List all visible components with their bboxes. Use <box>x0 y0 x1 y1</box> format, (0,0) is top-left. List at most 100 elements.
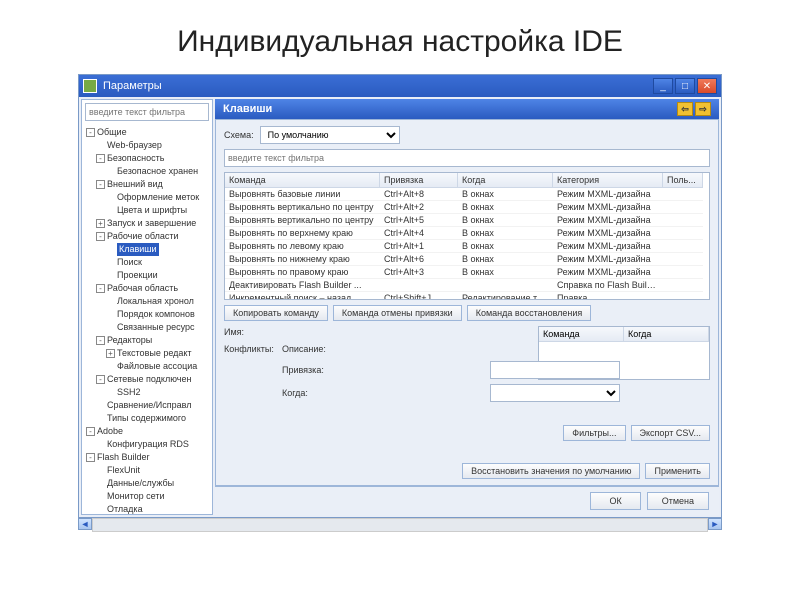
name-label: Имя: <box>224 327 274 337</box>
tree-node[interactable]: -Общие <box>86 126 210 139</box>
tree-node[interactable]: FlexUnit <box>86 464 210 477</box>
tree-node[interactable]: -Внешний вид <box>86 178 210 191</box>
collapse-icon[interactable]: - <box>86 128 95 137</box>
tree-node[interactable]: Файловые ассоциа <box>86 360 210 373</box>
tree-node[interactable]: Связанные ресурс <box>86 321 210 334</box>
tree-node[interactable]: +Текстовые редакт <box>86 347 210 360</box>
collapse-icon[interactable]: - <box>96 180 105 189</box>
table-cell: Ctrl+Shift+J <box>380 292 458 300</box>
collapse-icon[interactable]: - <box>96 154 105 163</box>
tree-node-label: Adobe <box>97 425 123 438</box>
table-cell: В окнах <box>458 214 553 227</box>
back-icon[interactable]: ⇦ <box>677 102 693 116</box>
export-csv-button[interactable]: Экспорт CSV... <box>631 425 711 441</box>
keybindings-table[interactable]: Команда Привязка Когда Категория Поль...… <box>224 172 710 300</box>
table-cell: Выровнять вертикально по центру <box>225 201 380 214</box>
table-row[interactable]: Выровнять по левому краюCtrl+Alt+1В окна… <box>225 240 709 253</box>
tree-node[interactable]: Монитор сети <box>86 490 210 503</box>
tree-node[interactable]: Клавиши <box>86 243 210 256</box>
minimize-button[interactable]: _ <box>653 78 673 94</box>
tree-node[interactable]: Типы содержимого <box>86 412 210 425</box>
tree-node-label: Рабочая область <box>107 282 178 295</box>
collapse-icon[interactable]: - <box>96 336 105 345</box>
tree-node-label: Общие <box>97 126 127 139</box>
conflicts-label: Конфликты: <box>224 344 274 354</box>
tree-node[interactable]: Отладка <box>86 503 210 514</box>
tree-node[interactable]: Конфигурация RDS <box>86 438 210 451</box>
tree-filter-input[interactable] <box>85 103 209 121</box>
scroll-right-icon[interactable]: ► <box>708 518 722 530</box>
tree-node-label: Flash Builder <box>97 451 150 464</box>
collapse-icon[interactable]: - <box>96 232 105 241</box>
tree-node[interactable]: Данные/службы <box>86 477 210 490</box>
tree-node[interactable]: -Редакторы <box>86 334 210 347</box>
when-select[interactable] <box>490 384 620 402</box>
tree-node[interactable]: -Рабочие области <box>86 230 210 243</box>
tree-node-label: Внешний вид <box>107 178 163 191</box>
forward-icon[interactable]: ⇨ <box>695 102 711 116</box>
conflict-col-when: Когда <box>624 327 709 342</box>
copy-command-button[interactable]: Копировать команду <box>224 305 328 321</box>
expand-icon[interactable]: + <box>106 349 115 358</box>
tree-node[interactable]: Поиск <box>86 256 210 269</box>
tree-node[interactable]: -Adobe <box>86 425 210 438</box>
tree-node[interactable]: +Запуск и завершение <box>86 217 210 230</box>
tree-node[interactable]: Web-браузер <box>86 139 210 152</box>
tree-node[interactable]: Порядок компонов <box>86 308 210 321</box>
tree-node[interactable]: Сравнение/Исправл <box>86 399 210 412</box>
tree-node[interactable]: -Flash Builder <box>86 451 210 464</box>
filters-button[interactable]: Фильтры... <box>563 425 625 441</box>
tree-node-label: Порядок компонов <box>117 308 195 321</box>
table-cell: Выровнять по правому краю <box>225 266 380 279</box>
collapse-icon[interactable]: - <box>86 427 95 436</box>
table-row[interactable]: Выровнять вертикально по центруCtrl+Alt+… <box>225 214 709 227</box>
col-category[interactable]: Категория <box>553 173 663 188</box>
collapse-icon[interactable]: - <box>96 375 105 384</box>
table-row[interactable]: Выровнять по нижнему краюCtrl+Alt+6В окн… <box>225 253 709 266</box>
table-row[interactable]: Инкрементный поиск – назадCtrl+Shift+JРе… <box>225 292 709 300</box>
tree-node[interactable]: -Рабочая область <box>86 282 210 295</box>
tree-node-label: Безопасность <box>107 152 164 165</box>
tree-node[interactable]: SSH2 <box>86 386 210 399</box>
command-filter-input[interactable] <box>224 149 710 167</box>
binding-input[interactable] <box>490 361 620 379</box>
col-when[interactable]: Когда <box>458 173 553 188</box>
tree-node[interactable]: Оформление меток <box>86 191 210 204</box>
tree-node-label: Файловые ассоциа <box>117 360 197 373</box>
table-cell <box>380 279 458 292</box>
table-cell: Ctrl+Alt+8 <box>380 188 458 201</box>
scheme-select[interactable]: По умолчанию <box>260 126 400 144</box>
restore-command-button[interactable]: Команда восстановления <box>467 305 592 321</box>
collapse-icon[interactable]: - <box>86 453 95 462</box>
tree-node[interactable]: Цвета и шрифты <box>86 204 210 217</box>
collapse-icon[interactable]: - <box>96 284 105 293</box>
preferences-tree[interactable]: -ОбщиеWeb-браузер-БезопасностьБезопасное… <box>82 124 212 514</box>
binding-label: Привязка: <box>282 365 482 375</box>
tree-node[interactable]: -Безопасность <box>86 152 210 165</box>
apply-button[interactable]: Применить <box>645 463 710 479</box>
scroll-left-icon[interactable]: ◄ <box>78 518 92 530</box>
horizontal-scrollbar[interactable]: ◄ ► <box>78 518 722 532</box>
col-binding[interactable]: Привязка <box>380 173 458 188</box>
col-command[interactable]: Команда <box>225 173 380 188</box>
table-row[interactable]: Деактивировать Flash Builder ...Справка … <box>225 279 709 292</box>
table-row[interactable]: Выровнять вертикально по центруCtrl+Alt+… <box>225 201 709 214</box>
tree-node-label: Монитор сети <box>107 490 165 503</box>
table-row[interactable]: Выровнять базовые линииCtrl+Alt+8В окнах… <box>225 188 709 201</box>
restore-defaults-button[interactable]: Восстановить значения по умолчанию <box>462 463 640 479</box>
cancel-button[interactable]: Отмена <box>647 492 709 510</box>
tree-node[interactable]: Проекции <box>86 269 210 282</box>
close-button[interactable]: ✕ <box>697 78 717 94</box>
tree-node-label: Конфигурация RDS <box>107 438 189 451</box>
table-row[interactable]: Выровнять по верхнему краюCtrl+Alt+4В ок… <box>225 227 709 240</box>
expand-icon[interactable]: + <box>96 219 105 228</box>
table-cell: Ctrl+Alt+6 <box>380 253 458 266</box>
tree-node[interactable]: Локальная хронол <box>86 295 210 308</box>
unbind-command-button[interactable]: Команда отмены привязки <box>333 305 462 321</box>
ok-button[interactable]: ОК <box>590 492 640 510</box>
col-user[interactable]: Поль... <box>663 173 703 188</box>
maximize-button[interactable]: □ <box>675 78 695 94</box>
table-row[interactable]: Выровнять по правому краюCtrl+Alt+3В окн… <box>225 266 709 279</box>
tree-node[interactable]: Безопасное хранен <box>86 165 210 178</box>
tree-node[interactable]: -Сетевые подключен <box>86 373 210 386</box>
